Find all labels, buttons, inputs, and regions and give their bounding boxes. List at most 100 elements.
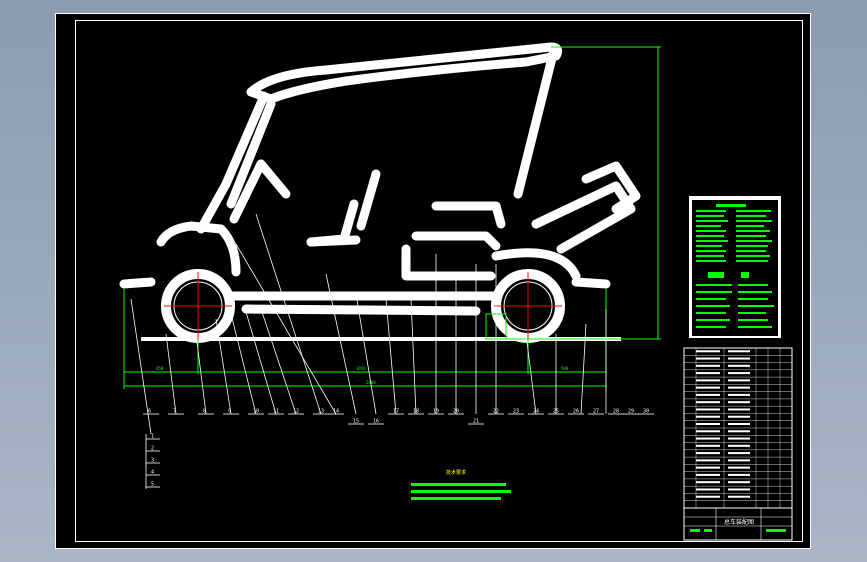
parts-list-cell [728, 379, 750, 382]
part-balloon: 11 [268, 409, 284, 415]
part-balloon-number: 21 [473, 419, 479, 425]
parts-list-cell [728, 488, 750, 491]
part-balloon: 13 [313, 409, 329, 415]
part-balloon-number: 23 [513, 409, 519, 415]
part-balloon-number: 28 [613, 409, 619, 415]
part-balloon: 20 [448, 409, 464, 415]
part-balloon: 25 [548, 409, 564, 415]
parts-list-cell [696, 386, 720, 389]
roof-canopy [246, 42, 563, 104]
parts-list-cell [728, 459, 750, 462]
part-balloon-number: 26 [573, 409, 579, 415]
part-balloon: 16 [368, 419, 384, 425]
part-balloon: 24 [528, 409, 544, 415]
part-balloon-number: 15 [353, 419, 359, 425]
parts-list-cell [728, 357, 750, 360]
parts-list-cell [696, 430, 720, 433]
parts-list-cell [728, 452, 750, 455]
part-balloon: 9 [223, 409, 239, 415]
front-body [156, 221, 241, 277]
part-balloon: 10 [248, 409, 264, 415]
parts-list-cell [728, 372, 750, 375]
part-balloon-number: 11 [273, 409, 279, 415]
notes-title: 技术要求 [446, 469, 466, 476]
part-balloon-number: 30 [643, 409, 649, 415]
parts-list-table [683, 347, 793, 509]
parts-list-cell [728, 495, 750, 498]
rear-seat-frame [411, 231, 501, 251]
part-balloon-number: 19 [433, 409, 439, 415]
part-balloon: 19 [428, 409, 444, 415]
parts-list-cell [728, 430, 750, 433]
part-balloon: 29 [623, 409, 639, 415]
part-balloon: 23 [508, 409, 524, 415]
part-balloon: 22 [488, 409, 504, 415]
technical-notes: 技术要求 [411, 469, 511, 500]
parts-list-cell [728, 423, 750, 425]
parts-list-cell [728, 401, 750, 404]
part-balloon: 5 [146, 482, 160, 488]
parts-list-cell [728, 350, 750, 353]
seat-base [306, 235, 361, 247]
parts-list-cell [728, 364, 750, 367]
part-balloon-number: 13 [318, 409, 324, 415]
part-balloon: 8 [198, 409, 214, 415]
part-balloon-number: 12 [293, 409, 299, 415]
part-balloon-number: 8 [203, 409, 206, 415]
part-balloon: 18 [408, 409, 424, 415]
part-balloon: 1 [146, 434, 160, 440]
part-balloon-number: 14 [333, 409, 339, 415]
parts-list-cell [728, 473, 750, 476]
parts-list-cell [728, 408, 750, 411]
parts-list-cell [696, 466, 720, 469]
part-balloon: 2 [146, 446, 160, 452]
part-balloon-number: 10 [253, 409, 259, 415]
chassis-lower [241, 304, 481, 316]
parts-list-cell [696, 495, 720, 498]
steering-wheel [256, 159, 291, 199]
parts-list-cell [696, 473, 720, 476]
part-balloon-number: 18 [413, 409, 419, 415]
part-balloon-number: 1 [151, 434, 154, 440]
part-balloon: 30 [638, 409, 654, 415]
part-balloon-number: 22 [493, 409, 499, 415]
parts-list-cell [696, 415, 720, 418]
parts-list-cell [696, 452, 720, 455]
parts-list-cell [696, 401, 720, 404]
svg-text:450: 450 [156, 366, 164, 371]
parts-list-cell [696, 408, 720, 411]
seat-back [356, 169, 381, 231]
dimension-texts: 450 1650 580 2680 [156, 366, 569, 385]
rear-bumper [571, 277, 611, 289]
part-balloon-number: 24 [533, 409, 539, 415]
part-balloon: 12 [288, 409, 304, 415]
parts-list-cell [696, 364, 720, 367]
svg-text:1650: 1650 [356, 366, 366, 371]
front-pillar [196, 91, 269, 234]
part-balloons-left: 1 2 3 4 5 [146, 434, 160, 488]
part-balloon-number: 2 [151, 446, 154, 452]
spec-panel [689, 196, 781, 338]
part-balloon-number: 3 [151, 458, 154, 464]
title-block: 总车装配图 [683, 507, 793, 541]
parts-list-cell [728, 386, 750, 389]
parts-list-cell [696, 423, 720, 425]
part-balloon: 21 [468, 419, 484, 425]
part-balloons: 6 7 8 9 10 11 12 13 14 15 16 17 18 19 20 21 22 23 24 25 26 27… [143, 409, 654, 425]
parts-list-cell [696, 437, 720, 440]
part-balloon-number: 6 [148, 409, 151, 415]
parts-list-cell [696, 372, 720, 375]
parts-list-cell [696, 481, 720, 484]
front-bumper [119, 277, 156, 289]
rear-roof-pillar [513, 49, 558, 199]
part-balloon: 3 [146, 458, 160, 464]
part-balloon-number: 25 [553, 409, 559, 415]
svg-text:580: 580 [561, 366, 569, 371]
part-balloon-number: 9 [228, 409, 231, 415]
part-balloon: 28 [608, 409, 624, 415]
part-balloon-number: 27 [593, 409, 599, 415]
part-balloon-number: 5 [151, 482, 154, 488]
part-balloon-number: 20 [453, 409, 459, 415]
parts-list-cell [696, 459, 720, 462]
part-balloon: 17 [388, 409, 404, 415]
